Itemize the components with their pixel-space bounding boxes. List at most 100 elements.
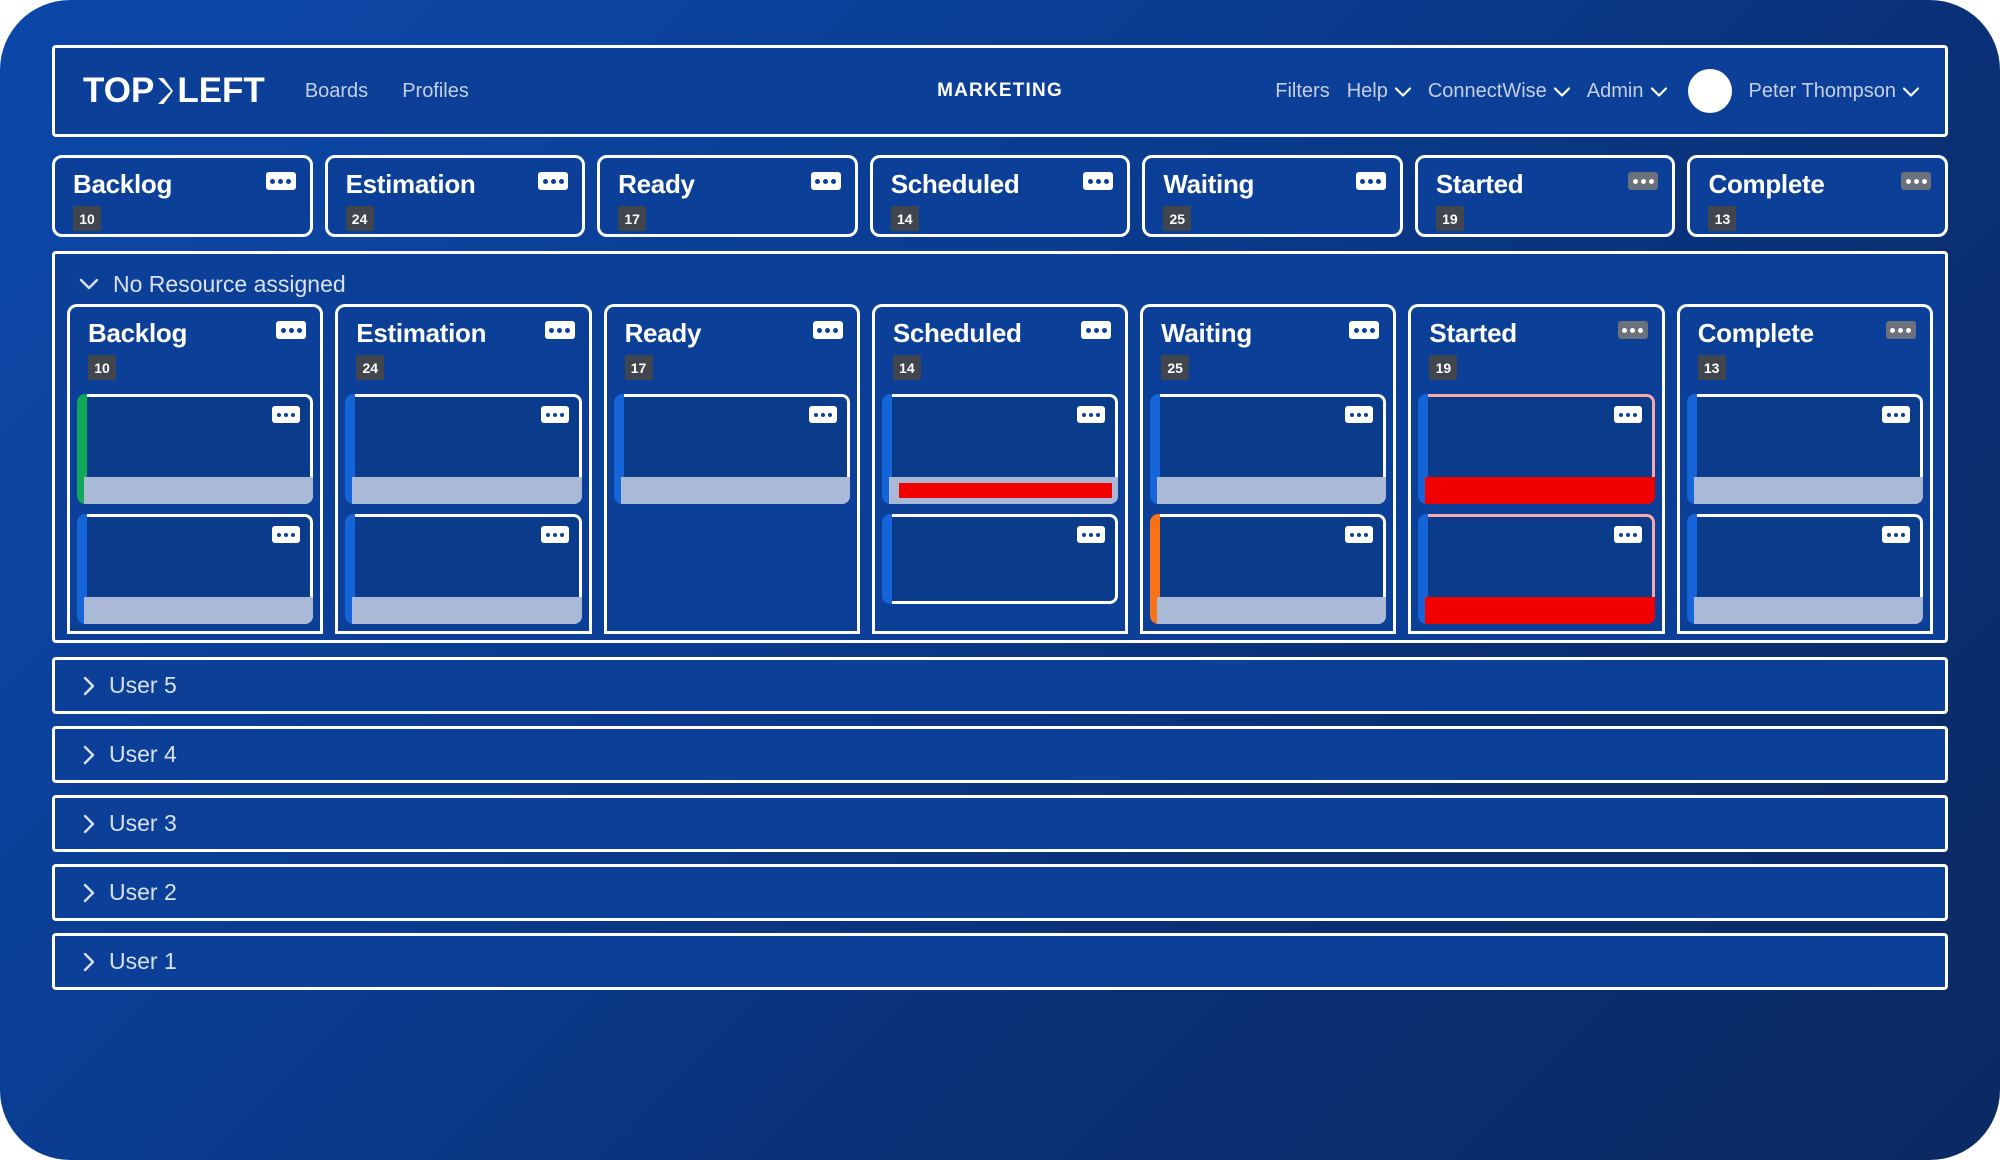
swimlane-row-label: User 1: [109, 948, 177, 974]
column-title: Estimation: [356, 318, 487, 348]
swimlane-row-collapsed[interactable]: User 3: [52, 795, 1948, 852]
swimlane-column-header[interactable]: Backlog 10: [67, 304, 324, 386]
more-options-icon[interactable]: [1083, 172, 1114, 190]
more-options-icon[interactable]: [540, 526, 569, 543]
more-options-icon[interactable]: [1613, 526, 1642, 543]
ticket-card[interactable]: [881, 394, 1119, 504]
swimlane-row-collapsed[interactable]: User 2: [52, 864, 1948, 921]
card-footer: [620, 477, 850, 504]
user-menu[interactable]: Peter Thompson: [1749, 80, 1920, 103]
board-column-header[interactable]: Estimation 24: [324, 155, 586, 237]
board-column-header[interactable]: Waiting 25: [1142, 155, 1403, 237]
more-options-icon[interactable]: [1345, 526, 1374, 543]
card-footer: [1693, 597, 1923, 624]
more-options-icon[interactable]: [1885, 321, 1916, 339]
avatar[interactable]: [1687, 69, 1732, 113]
swimlane-column-header[interactable]: Ready 17: [603, 304, 860, 386]
ticket-card[interactable]: [613, 394, 850, 504]
more-options-icon[interactable]: [1345, 406, 1374, 423]
chevron-down-icon: [1902, 80, 1920, 103]
board-column-header[interactable]: Ready 17: [597, 155, 858, 237]
card-body: [1693, 514, 1923, 624]
more-options-icon[interactable]: [276, 321, 307, 339]
swimlane-row-label: User 5: [109, 672, 177, 698]
board-column-header[interactable]: Backlog 10: [52, 155, 313, 237]
more-options-icon[interactable]: [1628, 172, 1659, 190]
more-options-icon[interactable]: [812, 321, 843, 339]
more-options-icon[interactable]: [1901, 172, 1932, 190]
more-options-icon[interactable]: [1077, 406, 1106, 423]
ticket-card[interactable]: [1686, 514, 1923, 624]
user-menu-label: Peter Thompson: [1748, 79, 1897, 102]
swimlane-column-cards[interactable]: [1140, 386, 1397, 634]
swimlane-column-cards[interactable]: [1408, 386, 1665, 634]
more-options-icon[interactable]: [1881, 526, 1910, 543]
column-title: Estimation: [345, 169, 476, 199]
swimlane-column-header[interactable]: Started 19: [1408, 304, 1665, 386]
card-body: [352, 394, 582, 504]
swimlane-column-header[interactable]: Complete 13: [1676, 304, 1933, 386]
nav-item-filters[interactable]: Filters: [1275, 80, 1329, 103]
more-options-icon[interactable]: [1881, 406, 1910, 423]
nav-item-profiles[interactable]: Profiles: [402, 80, 469, 103]
more-options-icon[interactable]: [808, 406, 837, 423]
swimlane-column-header[interactable]: Waiting 25: [1140, 304, 1397, 386]
more-options-icon[interactable]: [1355, 172, 1386, 190]
nav-item-boards[interactable]: Boards: [305, 80, 368, 103]
swimlane-row-collapsed[interactable]: User 1: [52, 933, 1948, 990]
chevron-right-icon: [83, 745, 95, 765]
swimlane-toggle[interactable]: No Resource assigned: [67, 264, 1933, 304]
board-column-header[interactable]: Complete 13: [1687, 155, 1949, 237]
more-options-icon[interactable]: [272, 526, 301, 543]
card-footer-overdue: [1425, 597, 1655, 624]
swimlane-row-label: User 2: [109, 879, 177, 905]
more-options-icon[interactable]: [1349, 321, 1380, 339]
more-options-icon[interactable]: [272, 406, 301, 423]
card-footer: [1693, 477, 1923, 504]
board-column-header[interactable]: Scheduled 14: [869, 155, 1131, 237]
more-options-icon[interactable]: [1617, 321, 1648, 339]
ticket-card[interactable]: [1418, 514, 1655, 624]
topleft-logo[interactable]: TOP LEFT: [83, 71, 265, 111]
column-count-badge: 24: [356, 355, 385, 380]
ticket-card[interactable]: [881, 514, 1119, 604]
column-title: Backlog: [73, 169, 173, 199]
more-options-icon[interactable]: [538, 172, 569, 190]
swimlane-column-cards[interactable]: [335, 386, 592, 634]
swimlane-column-header[interactable]: Estimation 24: [335, 304, 592, 386]
swimlane-column-cards[interactable]: [1676, 386, 1933, 634]
ticket-card[interactable]: [1150, 514, 1387, 624]
swimlane-column: Started 19: [1408, 304, 1665, 634]
column-title: Started: [1435, 169, 1524, 199]
app-root: TOP LEFT Boards Profiles MARKETING Filte…: [0, 0, 2000, 1160]
ticket-card[interactable]: [77, 514, 314, 624]
swimlane-row-collapsed[interactable]: User 4: [52, 726, 1948, 783]
ticket-card[interactable]: [345, 394, 582, 504]
more-options-icon[interactable]: [810, 172, 841, 190]
column-title: Waiting: [1163, 169, 1255, 199]
ticket-card[interactable]: [1150, 394, 1387, 504]
ticket-card[interactable]: [77, 394, 314, 504]
swimlane-row-label: User 4: [109, 741, 177, 767]
board-column-header[interactable]: Started 19: [1414, 155, 1676, 237]
ticket-card[interactable]: [1686, 394, 1923, 504]
more-options-icon[interactable]: [540, 406, 569, 423]
swimlane-column-header[interactable]: Scheduled 14: [871, 304, 1129, 386]
secondary-nav: Filters Help ConnectWise Admin Peter Tho…: [1275, 69, 1920, 113]
more-options-icon[interactable]: [265, 172, 296, 190]
swimlane-column-cards[interactable]: [871, 386, 1129, 634]
more-options-icon[interactable]: [1081, 321, 1112, 339]
collapsed-swimlanes: User 5 User 4 User 3 User 2 User 1: [52, 657, 1948, 990]
nav-item-admin[interactable]: Admin: [1587, 80, 1667, 103]
nav-item-help[interactable]: Help: [1347, 80, 1411, 103]
more-options-icon[interactable]: [544, 321, 575, 339]
nav-item-connectwise[interactable]: ConnectWise: [1428, 80, 1570, 103]
swimlane-column-cards[interactable]: [67, 386, 324, 634]
card-footer: [352, 597, 582, 624]
ticket-card[interactable]: [345, 514, 582, 624]
ticket-card[interactable]: [1418, 394, 1655, 504]
swimlane-column-cards[interactable]: [603, 386, 860, 634]
more-options-icon[interactable]: [1077, 526, 1106, 543]
more-options-icon[interactable]: [1613, 406, 1642, 423]
swimlane-row-collapsed[interactable]: User 5: [52, 657, 1948, 714]
